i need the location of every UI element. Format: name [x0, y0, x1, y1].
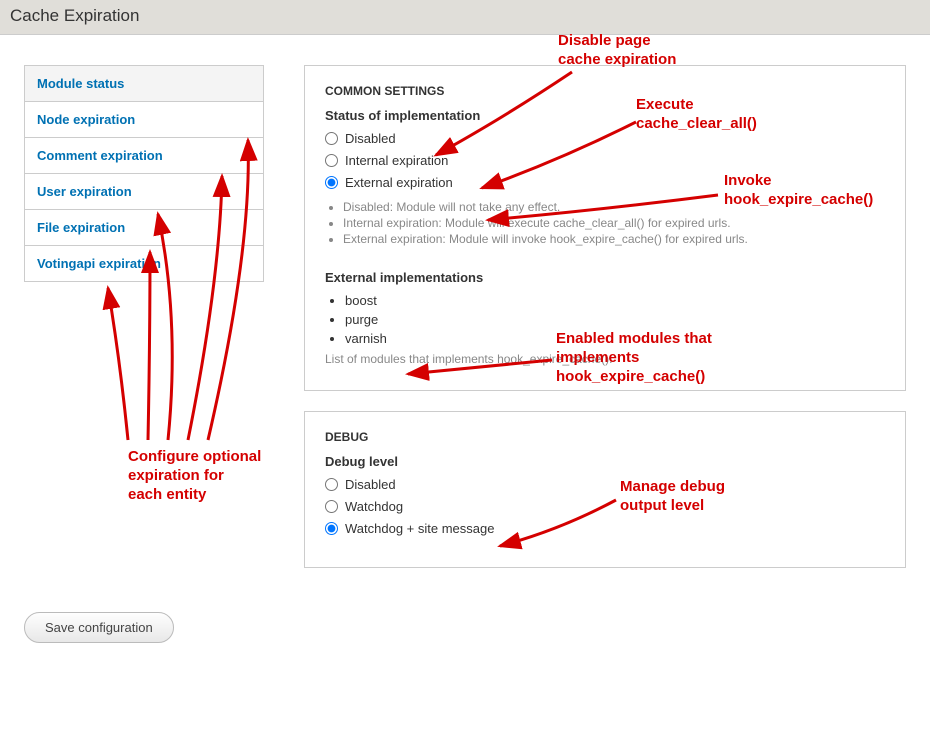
- status-description-item: Internal expiration: Module will execute…: [343, 216, 885, 230]
- tab-user-expiration[interactable]: User expiration: [24, 173, 264, 209]
- debug-radio-watchdog-site[interactable]: [325, 522, 338, 535]
- debug-option-label: Watchdog + site message: [345, 521, 494, 536]
- tab-label: Module status: [37, 76, 124, 91]
- status-option-label: External expiration: [345, 175, 453, 190]
- ext-impl-item: boost: [345, 293, 885, 308]
- status-option-external[interactable]: External expiration: [325, 175, 885, 190]
- debug-heading: DEBUG: [325, 430, 885, 444]
- debug-option-label: Watchdog: [345, 499, 403, 514]
- tab-label: File expiration: [37, 220, 125, 235]
- title-text: Cache Expiration: [10, 6, 139, 25]
- debug-panel: DEBUG Debug level Disabled Watchdog Watc…: [304, 411, 906, 568]
- save-button-label: Save configuration: [45, 620, 153, 635]
- status-option-disabled[interactable]: Disabled: [325, 131, 885, 146]
- tab-module-status[interactable]: Module status: [24, 65, 264, 101]
- status-radio-external[interactable]: [325, 176, 338, 189]
- common-settings-heading: COMMON SETTINGS: [325, 84, 885, 98]
- settings-pane: COMMON SETTINGS Status of implementation…: [304, 65, 906, 588]
- debug-level-label: Debug level: [325, 454, 885, 469]
- tab-votingapi-expiration[interactable]: Votingapi expiration: [24, 245, 264, 282]
- status-option-label: Disabled: [345, 131, 396, 146]
- tab-file-expiration[interactable]: File expiration: [24, 209, 264, 245]
- tab-label: Votingapi expiration: [37, 256, 161, 271]
- page-title: Cache Expiration: [0, 0, 930, 35]
- status-radio-internal[interactable]: [325, 154, 338, 167]
- status-descriptions: Disabled: Module will not take any effec…: [325, 200, 885, 246]
- tab-label: Comment expiration: [37, 148, 163, 163]
- external-implementations-list: boost purge varnish: [345, 293, 885, 346]
- vertical-tabs: Module status Node expiration Comment ex…: [24, 65, 264, 588]
- external-implementations-label: External implementations: [325, 270, 885, 285]
- save-configuration-button[interactable]: Save configuration: [24, 612, 174, 643]
- status-description-item: Disabled: Module will not take any effec…: [343, 200, 885, 214]
- external-implementations-hint: List of modules that implements hook_exp…: [325, 352, 885, 366]
- debug-radio-disabled[interactable]: [325, 478, 338, 491]
- debug-option-watchdog-site[interactable]: Watchdog + site message: [325, 521, 885, 536]
- status-description-item: External expiration: Module will invoke …: [343, 232, 885, 246]
- common-settings-panel: COMMON SETTINGS Status of implementation…: [304, 65, 906, 391]
- debug-option-watchdog[interactable]: Watchdog: [325, 499, 885, 514]
- tab-node-expiration[interactable]: Node expiration: [24, 101, 264, 137]
- debug-option-disabled[interactable]: Disabled: [325, 477, 885, 492]
- status-option-internal[interactable]: Internal expiration: [325, 153, 885, 168]
- ext-impl-item: purge: [345, 312, 885, 327]
- tab-label: Node expiration: [37, 112, 135, 127]
- tab-comment-expiration[interactable]: Comment expiration: [24, 137, 264, 173]
- status-of-implementation-label: Status of implementation: [325, 108, 885, 123]
- tab-label: User expiration: [37, 184, 132, 199]
- debug-option-label: Disabled: [345, 477, 396, 492]
- status-radio-disabled[interactable]: [325, 132, 338, 145]
- ext-impl-item: varnish: [345, 331, 885, 346]
- debug-radio-watchdog[interactable]: [325, 500, 338, 513]
- status-option-label: Internal expiration: [345, 153, 448, 168]
